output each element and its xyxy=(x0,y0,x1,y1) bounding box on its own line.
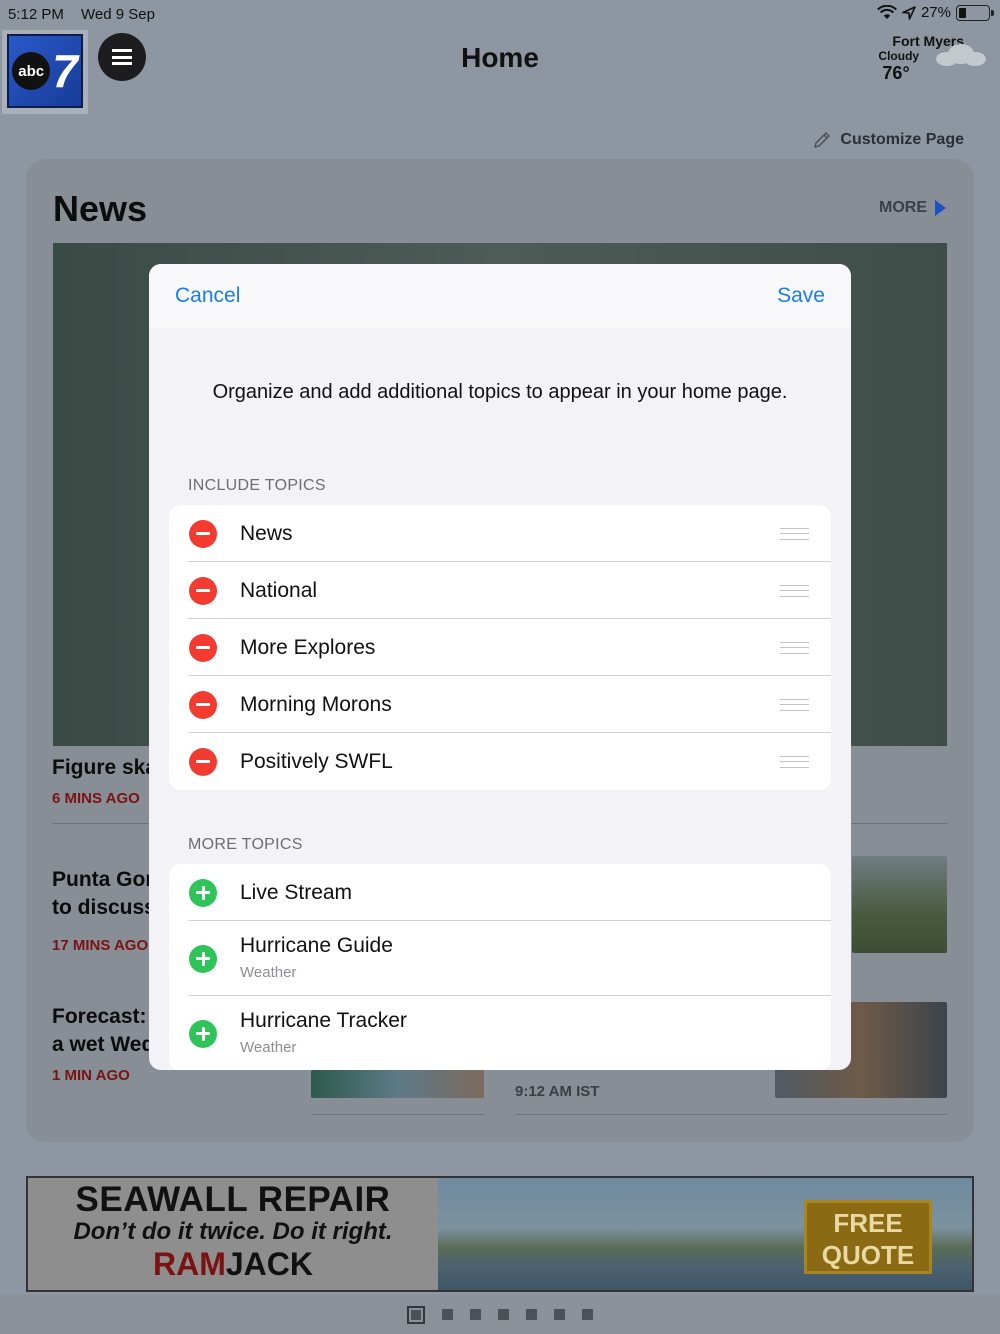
ad-free-quote-button[interactable]: FREE QUOTE xyxy=(804,1200,932,1274)
remove-icon[interactable] xyxy=(189,747,217,776)
remove-icon[interactable] xyxy=(189,576,217,605)
ad-brand: RAMJACK xyxy=(28,1246,438,1283)
location-arrow-icon xyxy=(902,5,916,20)
news-more-link[interactable]: MORE xyxy=(879,199,946,217)
story-timestamp: 9:12 AM IST xyxy=(515,1083,600,1100)
customize-page-link[interactable]: Customize Page xyxy=(812,130,964,150)
story-title[interactable]: Forecast: I xyxy=(52,1003,158,1031)
topic-label: Positively SWFL xyxy=(240,749,393,773)
page-dot-active[interactable] xyxy=(407,1305,425,1324)
story-time: 6 MINS AGO xyxy=(52,790,140,807)
topic-label: National xyxy=(240,578,318,602)
add-icon[interactable] xyxy=(189,1019,217,1048)
customize-label: Customize Page xyxy=(840,131,964,148)
topic-row: National xyxy=(169,562,831,619)
save-button[interactable]: Save xyxy=(777,284,825,308)
story-title[interactable]: Figure ska xyxy=(52,754,157,782)
remove-icon[interactable] xyxy=(189,690,217,719)
ad-tagline: Don’t do it twice. Do it right. xyxy=(73,1218,393,1245)
status-date: Wed 9 Sep xyxy=(81,6,155,23)
story-thumbnail[interactable] xyxy=(852,856,947,953)
page-dot[interactable] xyxy=(442,1309,453,1320)
drag-handle-icon[interactable] xyxy=(780,755,809,768)
topic-row: Positively SWFL xyxy=(169,733,831,790)
story-time: 1 MIN AGO xyxy=(52,1067,130,1084)
remove-icon[interactable] xyxy=(189,633,217,662)
topic-row[interactable]: Hurricane Tracker Weather xyxy=(169,996,831,1070)
battery-icon xyxy=(956,4,994,21)
divider xyxy=(311,1114,484,1115)
drag-handle-icon[interactable] xyxy=(780,641,809,654)
page-dot[interactable] xyxy=(554,1309,565,1320)
story-title-line2[interactable]: to discuss xyxy=(52,894,156,922)
play-arrow-icon xyxy=(935,200,946,216)
wifi-icon xyxy=(877,5,897,19)
modal-intro-text: Organize and add additional topics to ap… xyxy=(212,381,788,403)
topic-row: News xyxy=(169,505,831,562)
topic-row[interactable]: Live Stream xyxy=(169,864,831,921)
status-time: 5:12 PM xyxy=(8,6,64,23)
topic-row: Morning Morons xyxy=(169,676,831,733)
page-dot[interactable] xyxy=(526,1309,537,1320)
story-title[interactable]: Punta Gor xyxy=(52,866,154,894)
remove-icon[interactable] xyxy=(189,519,217,548)
page-dot[interactable] xyxy=(470,1309,481,1320)
topic-label: Live Stream xyxy=(240,880,353,904)
include-topics-list: News National More Explores Morning Moro… xyxy=(169,505,831,790)
drag-handle-icon[interactable] xyxy=(780,698,809,711)
topic-label: Morning Morons xyxy=(240,692,392,716)
add-icon[interactable] xyxy=(189,878,217,907)
page-dot[interactable] xyxy=(498,1309,509,1320)
story-thumbnail[interactable] xyxy=(311,1070,484,1098)
more-topics-label: MORE TOPICS xyxy=(188,836,303,853)
topic-row[interactable]: Hurricane Guide Weather xyxy=(169,921,831,996)
topic-category: Weather xyxy=(240,964,297,981)
ad-banner[interactable]: SEAWALL REPAIR Don’t do it twice. Do it … xyxy=(26,1176,974,1292)
modal-nav-bar: Cancel Save xyxy=(149,264,851,328)
divider xyxy=(515,1114,947,1115)
ad-brand-part1: RAM xyxy=(153,1246,226,1282)
drag-handle-icon[interactable] xyxy=(780,527,809,540)
topic-label: News xyxy=(240,521,293,545)
page-indicator xyxy=(0,1295,1000,1334)
cloud-icon xyxy=(932,40,988,70)
topic-label: More Explores xyxy=(240,635,376,659)
status-indicators: 27% xyxy=(877,4,994,21)
battery-percent: 27% xyxy=(920,4,951,21)
page-dot[interactable] xyxy=(582,1309,593,1320)
more-topics-list: Live Stream Hurricane Guide Weather Hurr… xyxy=(169,864,831,1070)
ad-cta-line1: FREE xyxy=(833,1208,903,1238)
customize-topics-modal: Cancel Save Organize and add additional … xyxy=(149,264,851,1070)
drag-handle-icon[interactable] xyxy=(780,584,809,597)
ad-headline: SEAWALL REPAIR xyxy=(75,1180,391,1219)
more-label: MORE xyxy=(879,199,927,216)
story-title-line2[interactable]: a wet Wed xyxy=(52,1031,154,1059)
topic-category: Weather xyxy=(240,1039,297,1056)
pencil-icon xyxy=(814,132,831,148)
story-time: 17 MINS AGO xyxy=(52,937,149,954)
topic-label: Hurricane Guide xyxy=(240,934,393,957)
ad-brand-part2: JACK xyxy=(225,1246,313,1282)
include-topics-label: INCLUDE TOPICS xyxy=(188,477,326,494)
topic-row: More Explores xyxy=(169,619,831,676)
page-title: Home xyxy=(461,42,539,73)
status-bar: 5:12 PM Wed 9 Sep 27% xyxy=(0,0,1000,28)
topic-label: Hurricane Tracker xyxy=(240,1009,407,1032)
ad-cta-line2: QUOTE xyxy=(821,1240,915,1270)
cancel-button[interactable]: Cancel xyxy=(175,284,240,308)
add-icon[interactable] xyxy=(189,944,217,973)
news-heading: News xyxy=(53,188,148,229)
ad-text-panel: SEAWALL REPAIR Don’t do it twice. Do it … xyxy=(28,1178,438,1290)
